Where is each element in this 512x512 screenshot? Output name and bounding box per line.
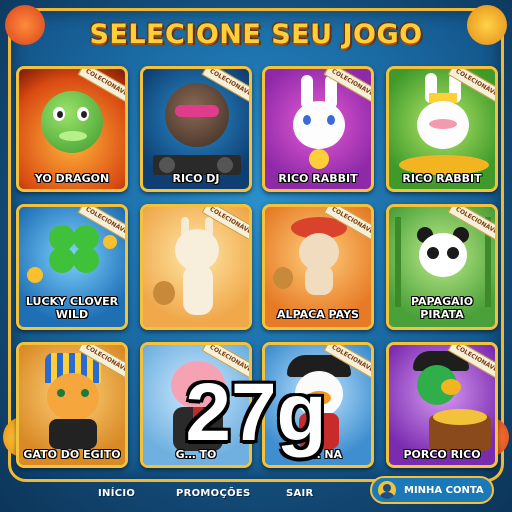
corner-ornament: [5, 5, 45, 45]
game-title: YO DRAGON: [34, 172, 110, 185]
game-title: RICO RABBIT: [402, 172, 482, 185]
title-banner: SELECIONE SEU JOGO: [88, 10, 424, 58]
game-tile-yo-dragon[interactable]: COLECIONÁVEL YO DRAGON: [16, 66, 128, 192]
nav-promocoes[interactable]: PROMOÇÕES: [176, 488, 251, 499]
game-title: RICO RABBIT: [278, 172, 358, 185]
nav-sair[interactable]: SAIR: [286, 488, 314, 499]
avatar-icon: [378, 481, 396, 499]
game-title: ALPACA PAYS: [277, 308, 359, 321]
game-tile-porco-rico[interactable]: COLECIONÁVEL PORCO RICO: [386, 342, 498, 468]
game-tile-pig[interactable]: COLECIONÁVEL G… TO: [140, 342, 252, 468]
account-button[interactable]: MINHA CONTA: [370, 476, 494, 504]
game-tile-rico-dj[interactable]: COLECIONÁVEL RICO DJ: [140, 66, 252, 192]
page-title: SELECIONE SEU JOGO: [89, 18, 423, 50]
game-tile-pirate-duck[interactable]: COLECIONÁVEL PA… NA: [262, 342, 374, 468]
game-title: RICO DJ: [172, 172, 220, 185]
game-title: PAPAGAIO PIRATA: [410, 295, 474, 321]
game-grid: COLECIONÁVEL YO DRAGON COLECIONÁVEL RICO…: [14, 66, 498, 468]
game-title: PORCO RICO: [403, 448, 481, 461]
nav-inicio[interactable]: INÍCIO: [98, 488, 135, 499]
account-label: MINHA CONTA: [404, 484, 484, 496]
game-tile-rico-rabbit[interactable]: COLECIONÁVEL RICO RABBIT: [262, 66, 374, 192]
game-title: GATO DO EGITO: [23, 448, 121, 461]
game-tile-lucky-clover-wild[interactable]: COLECIONÁVEL LUCKY CLOVER WILD: [16, 204, 128, 330]
game-title: G… TO: [175, 448, 217, 461]
game-title: PA… NA: [293, 448, 343, 461]
game-tile-papagaio-pirata[interactable]: COLECIONÁVEL PAPAGAIO PIRATA: [386, 204, 498, 330]
game-tile-rico-rabbit-2[interactable]: COLECIONÁVEL RICO RABBIT: [386, 66, 498, 192]
corner-ornament: [467, 5, 507, 45]
game-tile-llama[interactable]: COLECIONÁVEL: [140, 204, 252, 330]
game-tile-gato-do-egito[interactable]: COLECIONÁVEL GATO DO EGITO: [16, 342, 128, 468]
game-title: LUCKY CLOVER WILD: [25, 295, 119, 321]
game-tile-alpaca-pays[interactable]: COLECIONÁVEL ALPACA PAYS: [262, 204, 374, 330]
